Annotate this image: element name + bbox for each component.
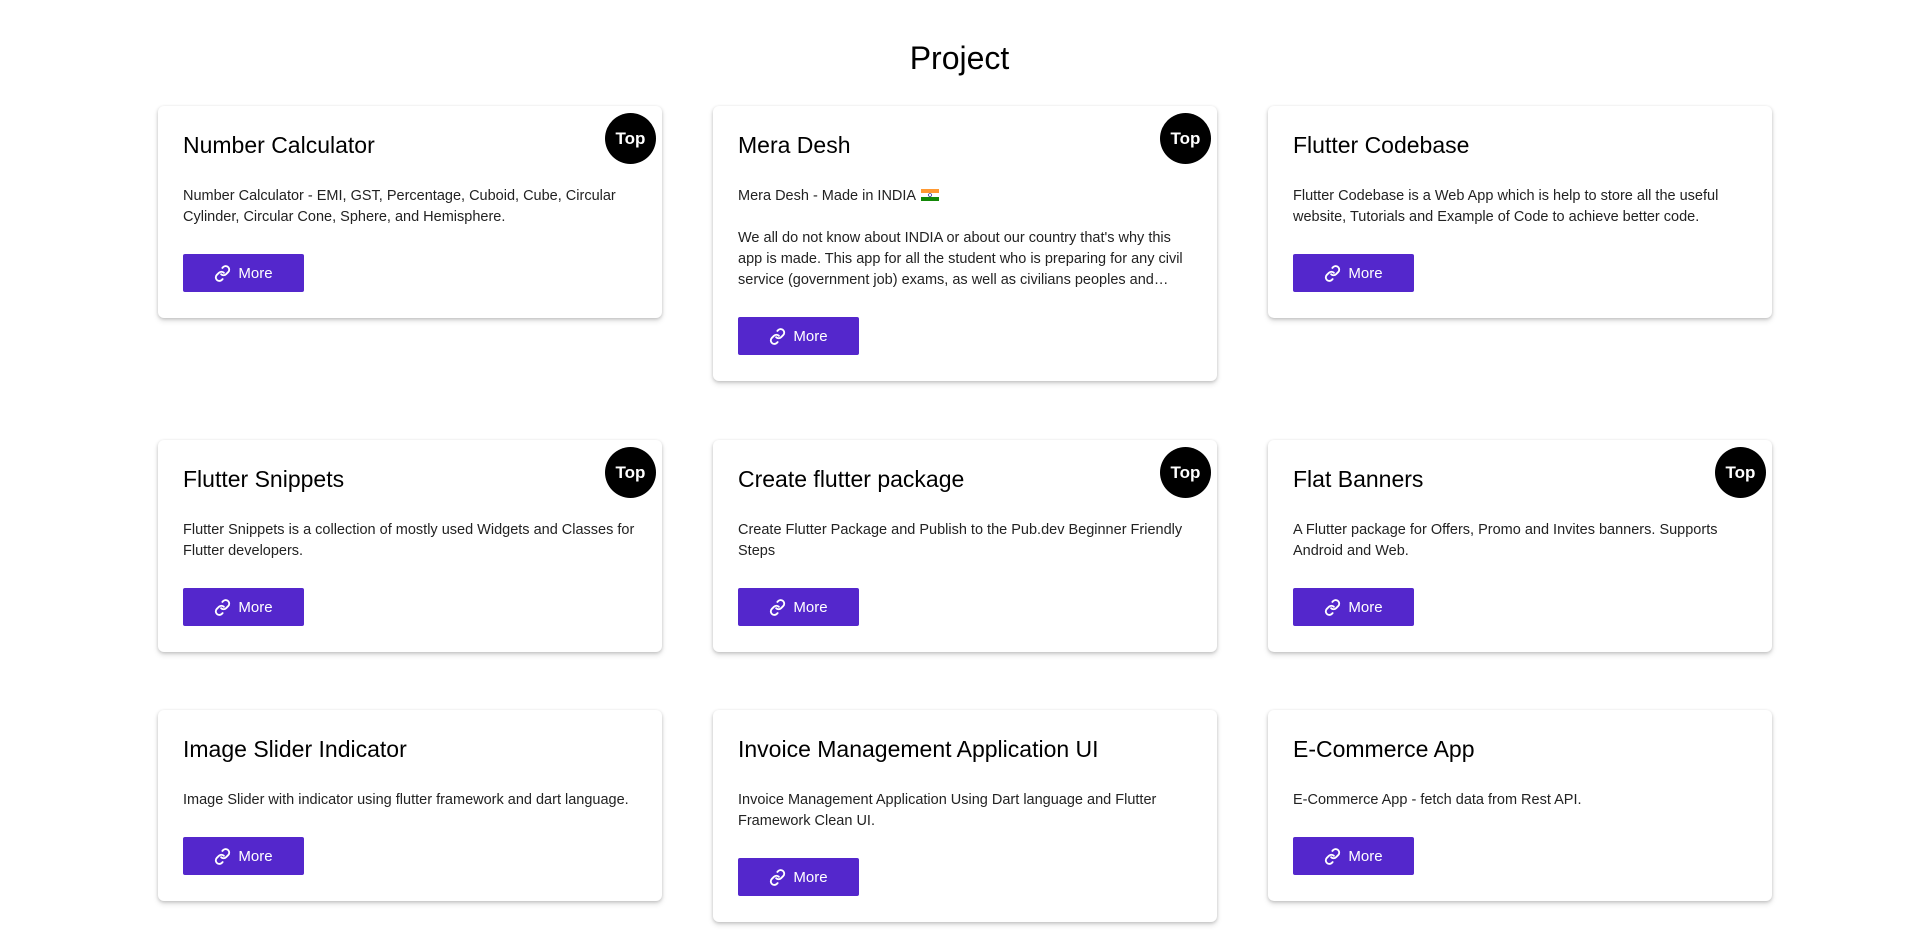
card-description-text: A Flutter package for Offers, Promo and … [1293,522,1718,559]
top-badge: Top [1160,447,1211,498]
card-title: Flutter Codebase [1293,132,1470,158]
link-icon [215,598,231,616]
card-title: Flutter Snippets [183,466,345,492]
top-badge: Top [1160,113,1211,164]
card-title: Mera Desh [738,132,851,158]
more-button[interactable]: More [1293,588,1414,626]
card-description: Flutter Snippets is a collection of most… [183,520,637,562]
more-button-label: More [793,598,828,616]
more-button[interactable]: More [1293,837,1414,875]
link-icon [770,598,786,616]
card-description-text: Create Flutter Package and Publish to th… [738,522,1183,559]
more-button[interactable]: More [738,858,859,896]
project-card-image-slider-indicator: Image Slider Indicator Image Slider with… [158,710,662,901]
project-card-flutter-snippets: Top Flutter Snippets Flutter Snippets is… [158,440,662,652]
more-button-label: More [238,598,273,616]
project-card-invoice-management: Invoice Management Application UI Invoic… [713,710,1217,922]
link-icon [215,264,231,282]
more-button[interactable]: More [1293,254,1414,292]
card-description-heading: Mera Desh - Made in INDIA [738,188,916,204]
card-description-text: We all do not know about INDIA or about … [738,230,1183,288]
card-description-text: Number Calculator - EMI, GST, Percentage… [183,188,616,225]
card-description-text: Mera Desh - Made in INDIA [738,186,1192,207]
card-description-text: Image Slider with indicator using flutte… [183,792,629,808]
link-icon [1325,847,1341,865]
india-flag-icon [921,189,940,201]
project-card-flat-banners: Top Flat Banners A Flutter package for O… [1268,440,1772,652]
more-button[interactable]: More [183,254,304,292]
link-icon [1325,264,1341,282]
project-card-number-calculator: Top Number Calculator Number Calculator … [158,106,662,318]
more-button-label: More [1348,847,1383,865]
card-description: Image Slider with indicator using flutte… [183,790,637,811]
more-button[interactable]: More [738,317,859,355]
card-title: E-Commerce App [1293,736,1475,762]
top-badge: Top [1715,447,1766,498]
project-card-mera-desh: Top Mera Desh Mera Desh - Made in INDIA … [713,106,1217,381]
card-title: Image Slider Indicator [183,736,407,762]
more-button-label: More [238,847,273,865]
more-button-label: More [793,327,828,345]
more-button-label: More [1348,598,1383,616]
card-description: A Flutter package for Offers, Promo and … [1293,520,1747,562]
card-title: Flat Banners [1293,466,1424,492]
top-badge: Top [605,113,656,164]
project-card-flutter-codebase: Flutter Codebase Flutter Codebase is a W… [1268,106,1772,318]
top-badge: Top [605,447,656,498]
card-description: Flutter Codebase is a Web App which is h… [1293,186,1747,228]
link-icon [770,868,786,886]
card-description-text: Invoice Management Application Using Dar… [738,792,1157,829]
project-card-e-commerce-app: E-Commerce App E-Commerce App - fetch da… [1268,710,1772,901]
more-button[interactable]: More [738,588,859,626]
more-button[interactable]: More [183,837,304,875]
more-button[interactable]: More [183,588,304,626]
link-icon [215,847,231,865]
card-description: Number Calculator - EMI, GST, Percentage… [183,186,637,228]
project-page: Project Top Number Calculator Number Cal… [0,0,1919,939]
card-title: Invoice Management Application UI [738,736,1099,762]
card-description-text: Flutter Codebase is a Web App which is h… [1293,188,1719,225]
link-icon [1325,598,1341,616]
more-button-label: More [238,264,273,282]
card-description-text: Flutter Snippets is a collection of most… [183,522,635,559]
card-description: Create Flutter Package and Publish to th… [738,520,1192,562]
more-button-label: More [1348,264,1383,282]
card-description-text: E-Commerce App - fetch data from Rest AP… [1293,792,1582,808]
page-title: Project [909,40,1010,76]
card-description: E-Commerce App - fetch data from Rest AP… [1293,790,1747,811]
more-button-label: More [793,868,828,886]
card-title: Create flutter package [738,466,965,492]
link-icon [770,327,786,345]
card-title: Number Calculator [183,132,375,158]
project-card-create-flutter-package: Top Create flutter package Create Flutte… [713,440,1217,652]
card-description: Invoice Management Application Using Dar… [738,790,1192,832]
card-description: Mera Desh - Made in INDIA We all do not … [738,186,1192,291]
